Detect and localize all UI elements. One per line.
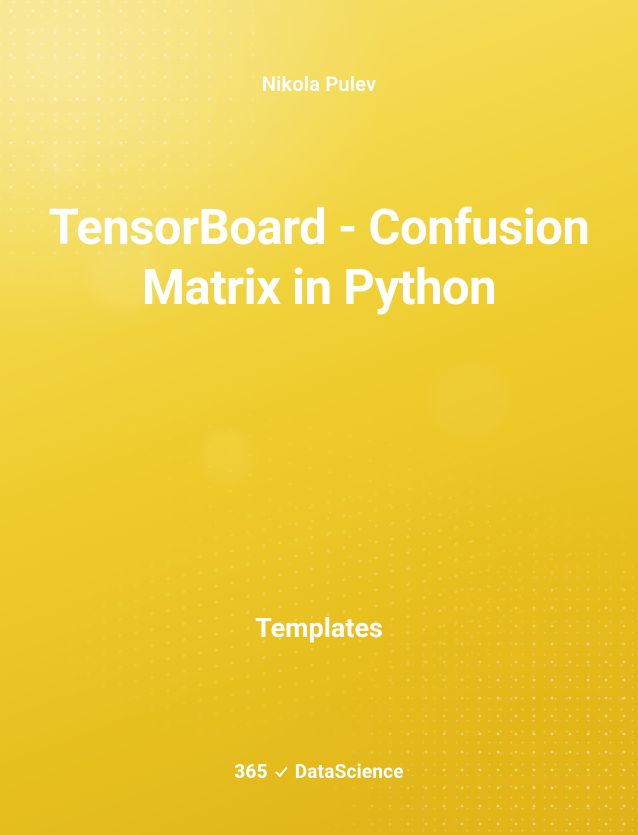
- brand-prefix: 365: [234, 760, 267, 783]
- decorative-bokeh: [430, 360, 510, 440]
- decorative-bokeh: [40, 140, 80, 180]
- document-subtitle: Templates: [0, 612, 638, 644]
- document-title: TensorBoard - Confusion Matrix in Python: [0, 198, 638, 318]
- decorative-wave-1: [0, 0, 638, 835]
- decorative-dots-top-left: [0, 0, 638, 835]
- decorative-bokeh: [200, 430, 255, 485]
- decorative-wave-2: [0, 0, 638, 835]
- author-name: Nikola Pulev: [0, 72, 638, 96]
- cover-page: Nikola Pulev TensorBoard - Confusion Mat…: [0, 0, 638, 835]
- decorative-dots-bottom-right: [0, 0, 638, 835]
- brand-logo: 365 DataScience: [0, 760, 638, 783]
- brand-suffix: DataScience: [295, 760, 404, 783]
- checkmark-icon: [273, 764, 289, 780]
